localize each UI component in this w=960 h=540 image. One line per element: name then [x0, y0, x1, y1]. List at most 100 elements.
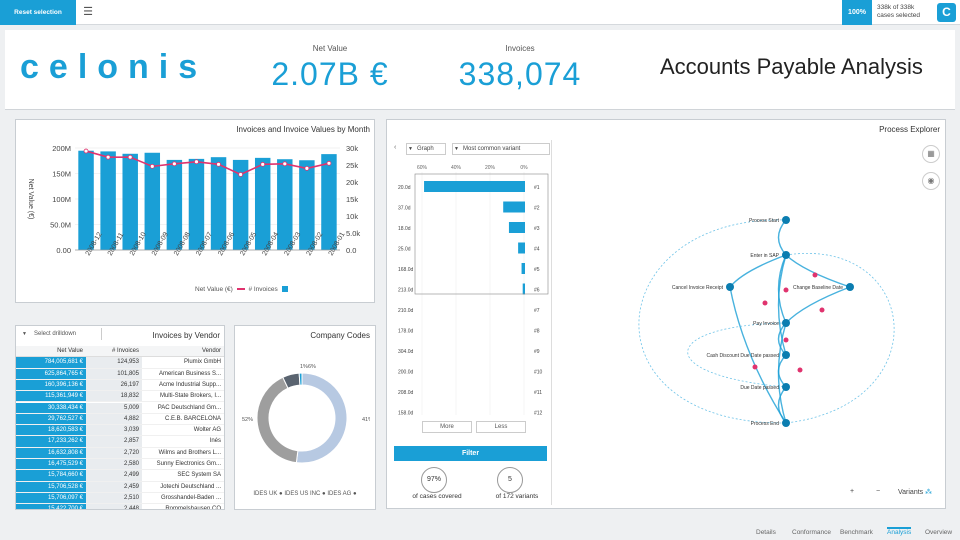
variants-icon[interactable]: ⁂: [925, 488, 932, 496]
tab-analysis[interactable]: Analysis: [887, 527, 912, 536]
variant-duration: 178.0d: [398, 329, 414, 335]
filter-button[interactable]: Filter: [394, 446, 547, 461]
process-edge: [777, 219, 787, 256]
variant-label: #5: [534, 267, 540, 273]
reset-selection-button[interactable]: Reset selection: [0, 0, 76, 25]
process-activity-label: Pay Invoice: [753, 321, 779, 327]
invoices-tick-label: 0.0: [346, 246, 356, 255]
vendors-table: Net Value # Invoices Vendor 784,005,681 €12…: [16, 346, 224, 509]
process-activity-label: Cash Discount Due Date passed: [706, 353, 779, 359]
process-marker: [797, 367, 803, 373]
invoices-tick-label: 15k: [346, 195, 358, 204]
netvalue-kpi-value: 2.07B €: [271, 56, 389, 92]
vendor-cell: 18,832: [86, 391, 142, 403]
vendor-col-header[interactable]: # Invoices: [86, 346, 142, 358]
invoices-legend-label: # Invoices: [248, 286, 278, 293]
zoom-in-button[interactable]: +: [850, 488, 854, 495]
netvalue-point: [171, 161, 177, 167]
tab-overview[interactable]: Overview: [925, 529, 952, 536]
vendor-cell: 15,706,097 €: [16, 492, 86, 505]
netvalue-point: [149, 163, 155, 169]
celonis-logo: celonis: [20, 48, 208, 86]
process-activity-node: [782, 351, 790, 359]
donut-slice: [298, 372, 303, 386]
process-graph: Process Start Enter in SAP Change Baseline…: [638, 216, 895, 427]
variant-bar: [503, 201, 525, 213]
vendor-cell: 18,620,583 €: [16, 425, 86, 437]
variant-duration: 200.0d: [398, 370, 414, 376]
chevron-left-icon[interactable]: ‹: [394, 144, 396, 151]
tab-benchmark[interactable]: Benchmark: [840, 529, 873, 536]
bottom-tabs: Overview Analysis Benchmark Conformance Deta…: [750, 527, 960, 540]
process-activity-label: Change Baseline Date: [793, 285, 843, 291]
vendor-cell: C.E.B. BARCELONA: [142, 413, 224, 426]
celonis-app-icon[interactable]: C: [937, 3, 956, 22]
variant-bar: [521, 263, 525, 274]
vendors-title: Invoices by Vendor: [152, 331, 220, 340]
variant-duration: 210.0d: [398, 308, 414, 314]
process-edge: [785, 286, 851, 324]
variants-count-circle[interactable]: 5: [497, 467, 523, 493]
vendor-cell: 101,805: [86, 368, 142, 380]
grid-icon[interactable]: ▦: [922, 145, 940, 163]
vendor-cell: Multi-State Brokers, I...: [142, 391, 224, 403]
cases-label: cases selected: [877, 12, 920, 19]
process-activity-label: Cancel Invoice Receipt: [672, 285, 724, 291]
hamburger-icon[interactable]: ☰: [80, 5, 96, 19]
vendor-cell: 29,762,527 €: [16, 413, 86, 426]
vendor-cell: 2,857: [86, 436, 142, 448]
netvalue-point: [194, 159, 199, 165]
more-button[interactable]: More: [422, 421, 472, 433]
netvalue-tick-label: 50.0M: [50, 221, 71, 230]
graph-dropdown[interactable]: ▼ Graph: [406, 143, 446, 155]
pct-header: 0%: [520, 165, 528, 171]
cases-covered-circle[interactable]: 97%: [421, 467, 447, 493]
process-activity-label: Due Date passed: [740, 385, 779, 391]
vendor-cell: 2,448: [86, 504, 142, 509]
variant-duration: 37.0d: [398, 206, 411, 212]
cases-covered-label: of cases covered: [412, 493, 462, 500]
netvalue-tick-label: 100M: [52, 195, 71, 204]
variant-label: #4: [534, 247, 540, 253]
invoice-bar: [277, 159, 293, 250]
vendor-cell: Grosshandel-Baden ...: [142, 492, 224, 505]
drilldown-select[interactable]: ▼ Select drilldown: [22, 328, 102, 340]
vendor-col-header[interactable]: Net Value: [16, 346, 86, 358]
pct-header: 60%: [417, 165, 428, 171]
vendor-cell: 16,475,529 €: [16, 459, 86, 471]
variant-sort-label: Most common variant: [463, 146, 521, 152]
company-codes-legend: IDES UK ● IDES US INC ● IDES AG ●: [253, 491, 357, 497]
vendor-cell: 2,499: [86, 470, 142, 482]
variant-duration: 18.0d: [398, 226, 411, 232]
variant-bar: [424, 181, 525, 192]
process-activity-label: Process End: [751, 421, 780, 427]
vendor-col-header[interactable]: Vendor: [142, 346, 224, 358]
vendor-cell: 17,233,262 €: [16, 436, 86, 448]
month-chart-title: Invoices and Invoice Values by Month: [236, 125, 370, 134]
netvalue-point: [238, 172, 244, 177]
zoom-out-button[interactable]: −: [876, 488, 880, 495]
netvalue-point: [304, 165, 310, 171]
vendor-cell: 15,422,700 €: [16, 504, 86, 509]
vendor-cell: 784,005,681 €: [16, 357, 86, 369]
eye-icon[interactable]: ◉: [922, 172, 940, 190]
process-activity-node: [782, 319, 790, 327]
less-button[interactable]: Less: [476, 421, 526, 433]
process-marker: [762, 300, 768, 306]
process-edge: [729, 254, 787, 288]
invoices-tick-label: 5.0k: [346, 229, 360, 238]
pct-header: 40%: [451, 165, 462, 171]
process-marker: [783, 337, 789, 343]
donut-pct-label: 41%: [362, 417, 370, 423]
tab-conformance[interactable]: Conformance: [792, 529, 831, 536]
invoice-bar: [78, 150, 94, 250]
tab-details[interactable]: Details: [756, 529, 776, 536]
netvalue-tick-label: 200M: [52, 144, 71, 153]
variants-control: + − Variants ⁂: [848, 488, 938, 502]
vendor-cell: 26,197: [86, 379, 142, 392]
donut-pct-label: 52%: [242, 417, 253, 423]
vendor-cell: 625,864,765 €: [16, 368, 86, 380]
process-explorer-title: Process Explorer: [879, 125, 940, 134]
invoices-tick-label: 30k: [346, 144, 358, 153]
variant-sort-dropdown[interactable]: ▼ Most common variant: [452, 143, 550, 155]
